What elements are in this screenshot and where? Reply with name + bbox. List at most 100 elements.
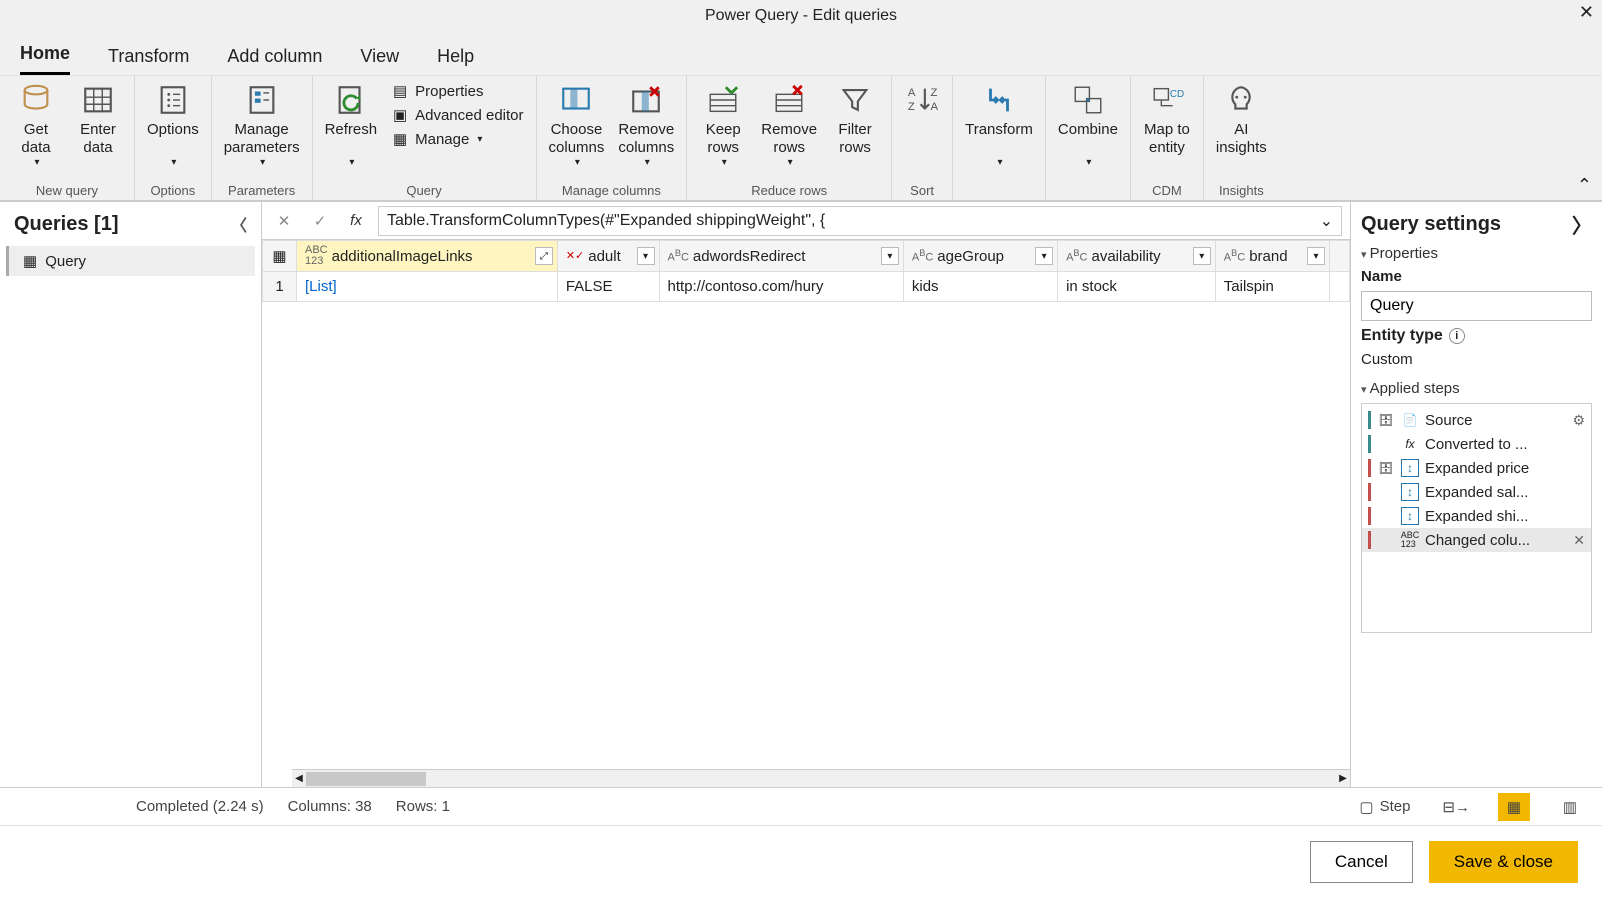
transform-button[interactable]: Transform▾ [961, 80, 1037, 171]
col-ageGroup[interactable]: ABCageGroup ▾ [903, 241, 1057, 272]
filter-dropdown-icon[interactable]: ▾ [1193, 247, 1211, 265]
type-text-icon: ABC [1066, 249, 1087, 264]
svg-text:A: A [908, 87, 916, 99]
get-data-button[interactable]: Get data▾ [8, 80, 64, 171]
diagram-view-icon[interactable]: ⊟→ [1438, 794, 1474, 820]
tab-help[interactable]: Help [437, 46, 474, 75]
step-expanded-price[interactable]: 🗄↕ Expanded price [1362, 456, 1591, 480]
info-icon[interactable]: i [1449, 328, 1465, 344]
manage-parameters-button[interactable]: Manage parameters▾ [220, 80, 304, 171]
collapse-queries-icon[interactable]: 〈 [231, 212, 247, 236]
tab-view[interactable]: View [360, 46, 399, 75]
data-grid[interactable]: ▦ ABC123additionalImageLinks ⤢ ✕✓adult ▾… [262, 240, 1350, 302]
close-icon[interactable]: ✕ [1579, 2, 1594, 23]
col-availability[interactable]: ABCavailability ▾ [1058, 241, 1216, 272]
formula-input[interactable]: Table.TransformColumnTypes(#"Expanded sh… [378, 206, 1342, 236]
accept-formula-icon[interactable]: ✓ [306, 207, 334, 235]
sort-button[interactable]: AZZA [900, 80, 944, 123]
queries-panel: Queries [1] 〈 ▦ Query [0, 202, 262, 787]
step-expanded-shipping[interactable]: ↕ Expanded shi... [1362, 504, 1591, 528]
scroll-left-icon[interactable]: ◀ [292, 773, 306, 784]
expand-column-icon[interactable]: ⤢ [535, 247, 553, 265]
remove-columns-button[interactable]: Remove columns▾ [614, 80, 678, 171]
step-converted[interactable]: fx Converted to ... [1362, 432, 1591, 456]
type-bool-icon: ✕✓ [566, 251, 584, 262]
entity-type-value: Custom [1361, 351, 1592, 368]
type-text-icon: ABC [668, 249, 689, 264]
remove-rows-button[interactable]: Remove rows▾ [757, 80, 821, 171]
filter-dropdown-icon[interactable]: ▾ [637, 247, 655, 265]
svg-text:CDM: CDM [1170, 89, 1184, 100]
settings-title: Query settings [1361, 213, 1501, 236]
combine-button[interactable]: Combine▾ [1054, 80, 1122, 171]
step-expanded-sale[interactable]: ↕ Expanded sal... [1362, 480, 1591, 504]
properties-button[interactable]: ▤Properties [387, 80, 527, 102]
query-name-input[interactable] [1361, 291, 1592, 321]
keep-rows-button[interactable]: Keep rows▾ [695, 80, 751, 171]
save-close-button[interactable]: Save & close [1429, 841, 1578, 883]
advanced-editor-button[interactable]: ▣Advanced editor [387, 104, 527, 126]
gear-icon[interactable]: ⚙ [1572, 412, 1585, 429]
col-brand[interactable]: ABCbrand ▾ [1215, 241, 1329, 272]
filter-rows-button[interactable]: Filter rows [827, 80, 883, 159]
scroll-right-icon[interactable]: ▶ [1336, 773, 1350, 784]
filter-dropdown-icon[interactable]: ▾ [1307, 247, 1325, 265]
choose-columns-button[interactable]: Choose columns▾ [545, 80, 609, 171]
list-link[interactable]: [List] [305, 278, 337, 295]
options-button[interactable]: Options▾ [143, 80, 203, 171]
fx-icon[interactable]: fx [342, 207, 370, 235]
applied-steps-list: 🗄📄 Source ⚙ fx Converted to ... 🗄↕ Expan… [1361, 403, 1592, 633]
table-row[interactable]: 1 [List] FALSE http://contoso.com/hury k… [263, 272, 1350, 302]
refresh-button[interactable]: Refresh▾ [321, 80, 382, 171]
status-completed: Completed (2.24 s) [136, 798, 264, 815]
ribbon: Get data▾ Enter data New query Options▾ … [0, 76, 1602, 201]
horizontal-scrollbar[interactable]: ◀ ▶ [292, 769, 1350, 787]
step-source[interactable]: 🗄📄 Source ⚙ [1362, 408, 1591, 432]
table-icon: ▦ [23, 252, 37, 270]
tab-add-column[interactable]: Add column [227, 46, 322, 75]
group-label-options: Options [143, 181, 203, 198]
applied-steps-section[interactable]: Applied steps [1361, 380, 1592, 397]
col-additionalImageLinks[interactable]: ABC123additionalImageLinks ⤢ [297, 241, 558, 272]
expand-settings-icon[interactable]: 〉 [1572, 210, 1592, 239]
filter-dropdown-icon[interactable]: ▾ [1035, 247, 1053, 265]
col-adult[interactable]: ✕✓adult ▾ [557, 241, 659, 272]
tab-transform[interactable]: Transform [108, 46, 189, 75]
expand-formula-icon[interactable]: ⌄ [1320, 211, 1333, 231]
delete-step-icon[interactable]: ✕ [1573, 532, 1585, 549]
expand-icon: ↕ [1401, 459, 1419, 477]
type-text-icon: ABC [1224, 249, 1245, 264]
properties-section[interactable]: Properties [1361, 245, 1592, 262]
keep-rows-icon [705, 82, 741, 118]
group-label-parameters: Parameters [220, 181, 304, 198]
enter-data-button[interactable]: Enter data [70, 80, 126, 159]
refresh-icon [333, 82, 369, 118]
choose-columns-icon [558, 82, 594, 118]
filter-dropdown-icon[interactable]: ▾ [881, 247, 899, 265]
remove-columns-icon [628, 82, 664, 118]
grid-corner[interactable]: ▦ [263, 241, 297, 272]
tab-home[interactable]: Home [20, 43, 70, 75]
ai-icon [1223, 82, 1259, 118]
ai-insights-button[interactable]: AI insights [1212, 80, 1271, 159]
step-indicator[interactable]: ▢ Step [1355, 794, 1414, 820]
grid-view-button[interactable]: ▦ [1498, 793, 1530, 821]
window-title: Power Query - Edit queries [705, 7, 897, 25]
type-icon: ABC123 [1401, 531, 1419, 549]
parameters-icon [244, 82, 280, 118]
collapse-ribbon-icon[interactable]: ⌃ [1577, 175, 1592, 196]
advanced-editor-icon: ▣ [391, 106, 409, 124]
schema-view-button[interactable]: ▥ [1554, 793, 1586, 821]
scrollbar-thumb[interactable] [306, 772, 426, 786]
options-icon [155, 82, 191, 118]
manage-query-button[interactable]: ▦Manage ▾ [387, 128, 527, 150]
query-list-item[interactable]: ▦ Query [6, 246, 255, 276]
cancel-formula-icon[interactable]: ✕ [270, 207, 298, 235]
sort-icon: AZZA [904, 82, 940, 118]
map-to-entity-button[interactable]: CDM Map to entity [1139, 80, 1195, 159]
transform-icon [981, 82, 1017, 118]
cancel-button[interactable]: Cancel [1310, 841, 1413, 883]
name-label: Name [1361, 268, 1592, 285]
col-adwordsRedirect[interactable]: ABCadwordsRedirect ▾ [659, 241, 903, 272]
step-changed-column[interactable]: ABC123 Changed colu... ✕ [1362, 528, 1591, 552]
